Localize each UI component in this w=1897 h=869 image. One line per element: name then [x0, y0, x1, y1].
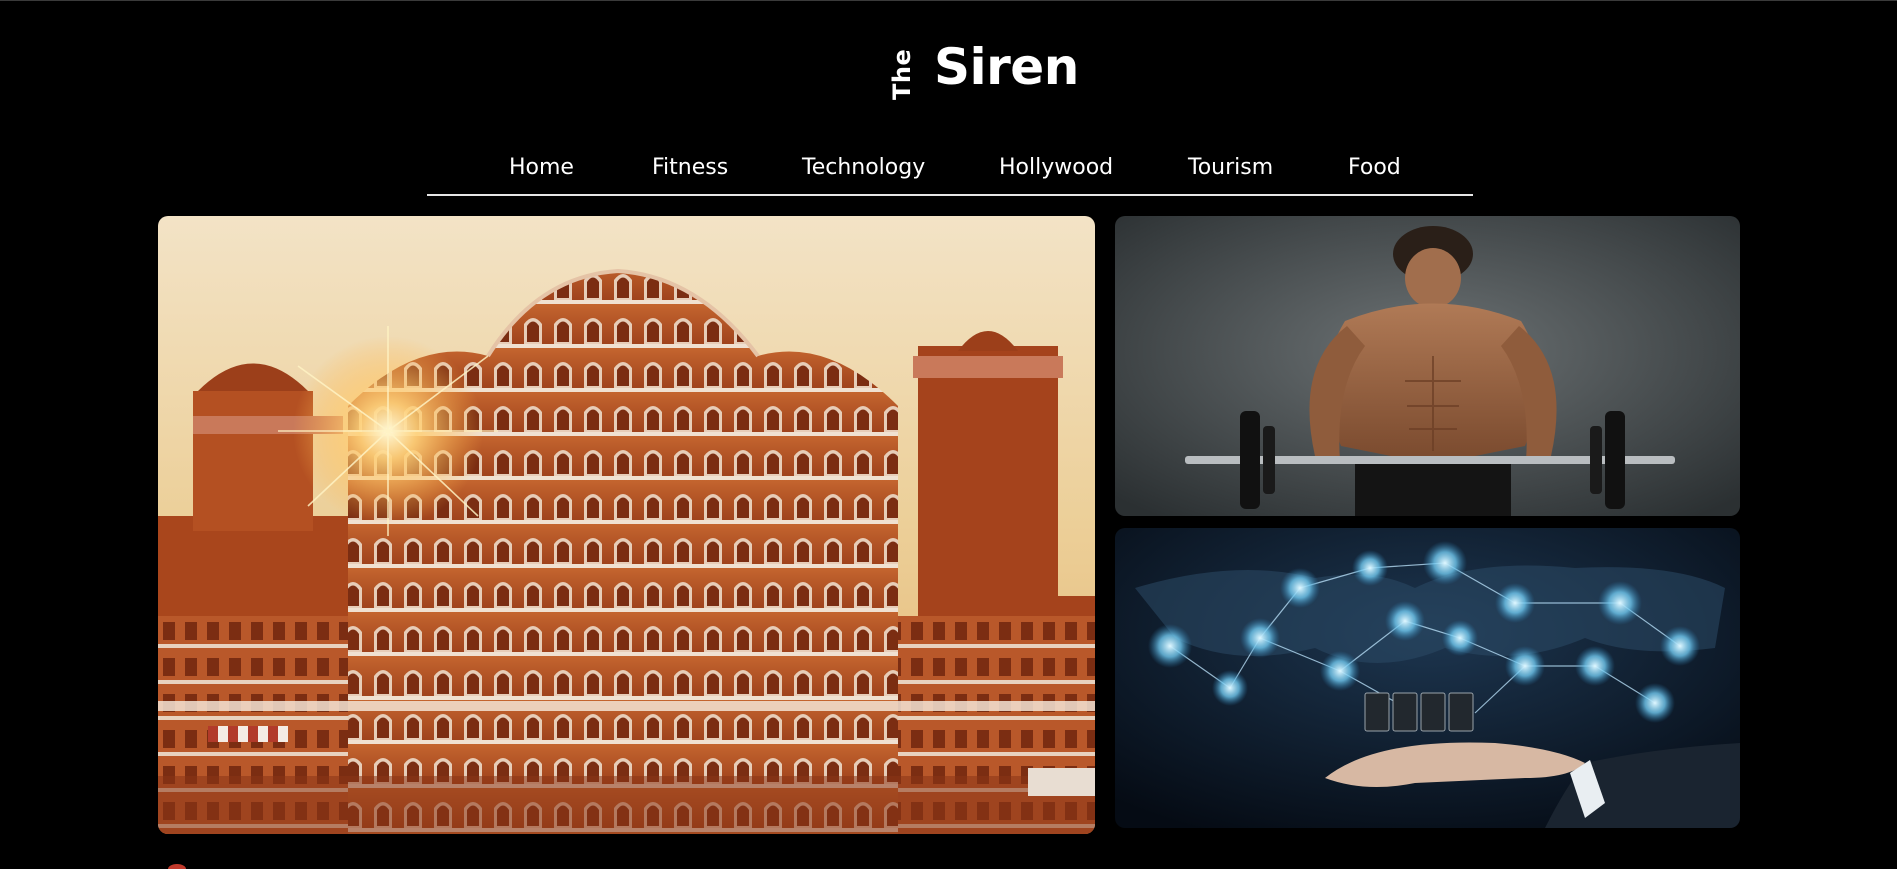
scroll-indicator-dot [168, 864, 186, 869]
nav-food[interactable]: Food [1348, 155, 1401, 180]
page: The Siren Home Fitness Technology Hollyw… [0, 0, 1897, 869]
network-photo [1115, 528, 1740, 828]
tourism-feature-tile[interactable] [158, 216, 1095, 834]
nav-home[interactable]: Home [509, 155, 574, 180]
bodybuilder-photo [1115, 216, 1740, 516]
palace-photo [158, 216, 1095, 834]
logo-name: Siren [934, 38, 1079, 96]
technology-feature-tile[interactable] [1115, 528, 1740, 828]
main-nav: Home Fitness Technology Hollywood Touris… [427, 150, 1473, 196]
nav-hollywood[interactable]: Hollywood [999, 155, 1113, 180]
top-border [0, 0, 1897, 1]
nav-fitness[interactable]: Fitness [652, 155, 728, 180]
logo-prefix: The [888, 48, 916, 100]
nav-technology[interactable]: Technology [802, 155, 925, 180]
fitness-feature-tile[interactable] [1115, 216, 1740, 516]
nav-tourism[interactable]: Tourism [1188, 155, 1273, 180]
